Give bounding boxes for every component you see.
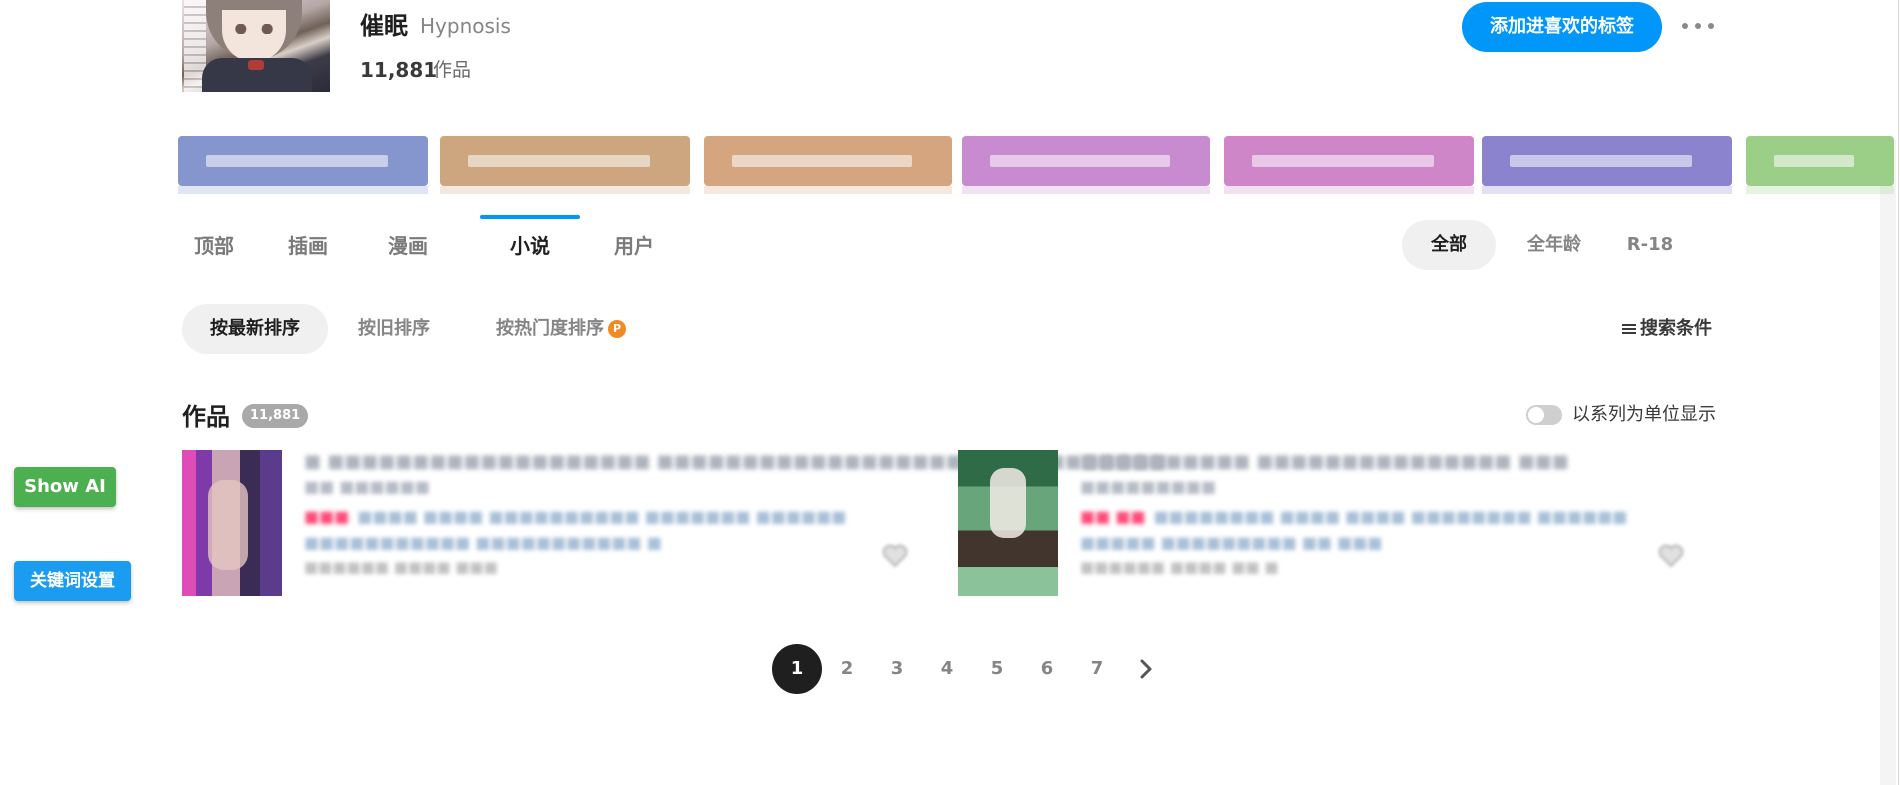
window-edge — [1898, 0, 1899, 785]
novel-author[interactable]: ■■ ■■■■■■ — [304, 476, 430, 498]
novel-stats: ■■■■■■ ■■■■ ■■ ■ — [1080, 558, 1279, 576]
related-tag[interactable] — [704, 136, 952, 194]
sort-oldest[interactable]: 按旧排序 — [344, 304, 444, 354]
page-7[interactable]: 7 — [1072, 644, 1122, 694]
age-filter-r18[interactable]: R-18 — [1610, 220, 1690, 270]
page-5[interactable]: 5 — [972, 644, 1022, 694]
page-6[interactable]: 6 — [1022, 644, 1072, 694]
search-conditions-button[interactable]: 搜索条件 — [1622, 316, 1712, 342]
tab-manga[interactable]: 漫画 — [384, 215, 432, 277]
works-title: 作品 — [182, 403, 230, 431]
bookmark-heart-icon[interactable] — [1658, 544, 1684, 568]
page-2[interactable]: 2 — [822, 644, 872, 694]
tab-users[interactable]: 用户 — [610, 215, 658, 277]
tag-work-count: 11,881 — [360, 58, 438, 82]
sort-popular[interactable]: 按热门度排序 P — [478, 304, 644, 354]
page-3[interactable]: 3 — [872, 644, 922, 694]
related-tag[interactable] — [440, 136, 690, 194]
tab-top[interactable]: 顶部 — [190, 215, 238, 277]
add-favorite-tag-button[interactable]: 添加进喜欢的标签 — [1462, 2, 1662, 52]
sort-newest[interactable]: 按最新排序 — [182, 304, 328, 354]
tag-work-count-unit: 作品 — [433, 59, 472, 81]
novel-author[interactable]: ■■■■■■■■■ — [1080, 476, 1216, 498]
sort-popular-label: 按热门度排序 — [496, 318, 604, 339]
series-display-toggle[interactable] — [1526, 405, 1562, 425]
show-ai-button[interactable]: Show AI — [14, 467, 116, 507]
related-tags-strip — [178, 136, 1898, 194]
novel-card[interactable]: ■ ■■■■■■■■■■■■■■■■■■■ ■■■■■■■■■■■■■■■■■■… — [182, 450, 1167, 600]
novel-stats: ■■■■■■ ■■■■ ■■■ — [304, 558, 498, 576]
premium-badge-icon: P — [608, 320, 626, 338]
search-conditions-label: 搜索条件 — [1640, 318, 1712, 339]
tag-thumbnail — [182, 0, 330, 92]
novel-cover[interactable] — [958, 450, 1058, 596]
tab-novels[interactable]: 小说 — [480, 215, 580, 277]
menu-icon — [1622, 324, 1636, 334]
related-tag[interactable] — [1482, 136, 1732, 194]
tag-title: 催眠 — [360, 12, 408, 40]
related-tag[interactable] — [1746, 136, 1894, 194]
tab-illustrations[interactable]: 插画 — [284, 215, 332, 277]
scrollbar[interactable] — [1880, 140, 1896, 785]
page-1[interactable]: 1 — [772, 644, 822, 694]
page-4[interactable]: 4 — [922, 644, 972, 694]
series-display-label: 以系列为单位显示 — [1572, 404, 1716, 425]
chevron-right-icon[interactable] — [1134, 657, 1158, 681]
keyword-settings-button[interactable]: 关键词设置 — [14, 561, 131, 601]
more-options-icon[interactable] — [1682, 14, 1714, 38]
novel-title[interactable]: ■■■■■■■■■■ ■■■■■■■■■■■■■■■ ■■■ — [1080, 450, 1569, 474]
related-tag[interactable] — [962, 136, 1210, 194]
related-tag[interactable] — [1224, 136, 1474, 194]
works-count-badge: 11,881 — [242, 404, 309, 428]
novel-tags: ■■ ■■ ■■■■■■■■ ■■■■ ■■■■ ■■■■■■■■ ■■■■■■ … — [1080, 507, 1628, 552]
novel-cover[interactable] — [182, 450, 282, 596]
novel-card[interactable]: ■■■■■■■■■■ ■■■■■■■■■■■■■■■ ■■■ ■■■■■■■■■… — [958, 450, 1698, 600]
bookmark-heart-icon[interactable] — [882, 544, 908, 568]
age-filter-all[interactable]: 全部 — [1402, 220, 1496, 270]
tag-romanization: Hypnosis — [420, 14, 511, 38]
age-filter-all-ages[interactable]: 全年龄 — [1514, 220, 1594, 270]
novel-tags: ■■■ ■■■■ ■■■■ ■■■■■■■■■■ ■■■■■■■ ■■■■■■ ■… — [304, 507, 847, 552]
related-tag[interactable] — [178, 136, 428, 194]
